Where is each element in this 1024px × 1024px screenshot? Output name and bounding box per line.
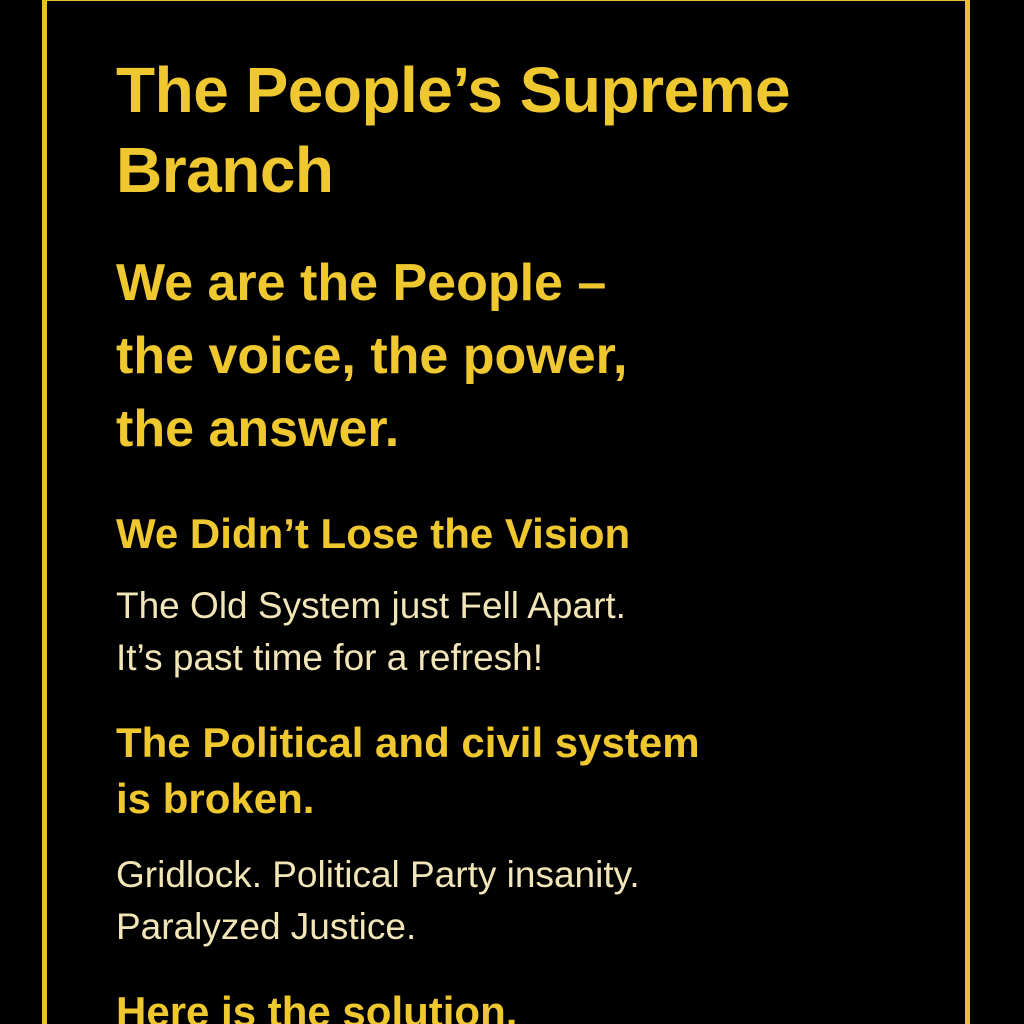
page-title: The People’s Supreme Branch (116, 50, 936, 210)
tagline: We are the People – the voice, the power… (116, 247, 627, 466)
heading-line: The Political and civil system (116, 719, 700, 766)
body-line: Gridlock. Political Party insanity. (116, 854, 640, 895)
section-heading-broken-system: The Political and civil system is broken… (116, 715, 700, 827)
section-heading-vision: We Didn’t Lose the Vision (116, 510, 631, 557)
body-line: Paralyzed Justice. (116, 906, 417, 947)
tagline-line: We are the People – (116, 254, 607, 312)
section-body-gridlock: Gridlock. Political Party insanity. Para… (116, 849, 640, 953)
body-line: The Old System just Fell Apart. (116, 585, 626, 626)
tagline-line: the answer. (116, 400, 400, 458)
tagline-line: the voice, the power, (116, 327, 628, 385)
heading-line: is broken. (116, 775, 315, 822)
section-heading-solution: Here is the solution. (116, 988, 518, 1024)
title-line: The People’s Supreme (116, 54, 791, 126)
title-line: Branch (116, 134, 334, 206)
section-body-old-system: The Old System just Fell Apart. It’s pas… (116, 580, 626, 684)
body-line: It’s past time for a refresh! (116, 637, 544, 678)
